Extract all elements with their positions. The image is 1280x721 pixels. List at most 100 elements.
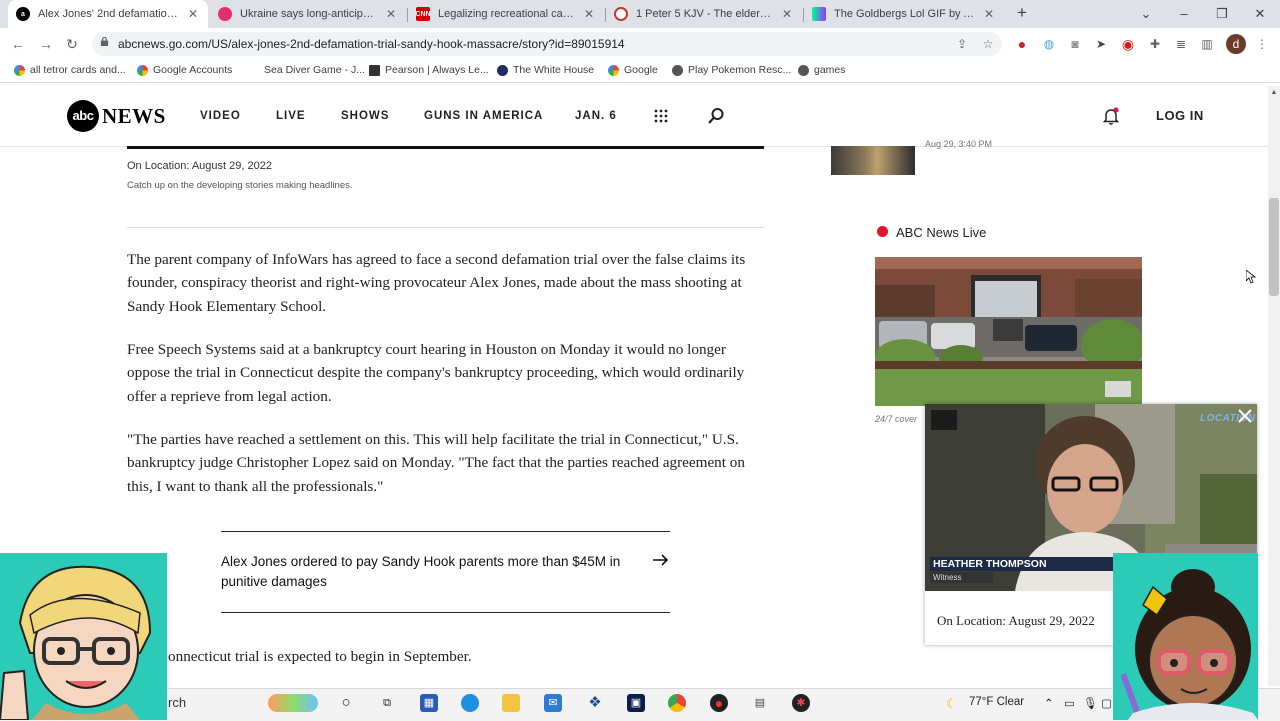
related-story-link[interactable]: Alex Jones ordered to pay Sandy Hook par… (221, 552, 641, 592)
tab-giphy[interactable]: The Goldbergs Lol GIF by ABC N ✕ (804, 0, 1004, 28)
tab-bible[interactable]: 1 Peter 5 KJV - The elders which ✕ (606, 0, 802, 28)
tab-abc-news[interactable]: a Alex Jones' 2nd defamation trial ✕ (8, 0, 208, 28)
bookmark-item[interactable]: Google Accounts (137, 64, 232, 76)
arrow-right-icon[interactable] (652, 553, 670, 567)
minimize-icon[interactable]: – (1166, 0, 1202, 28)
video-player-bottom-edge[interactable] (127, 146, 764, 149)
record-icon[interactable]: ◉ (1120, 36, 1136, 52)
app-icon[interactable]: ▣ (627, 694, 645, 712)
lower-third-name: HEATHER THOMPSON (930, 557, 1113, 571)
tray-microphone-icon[interactable]: 🎙︎ (1083, 696, 1098, 710)
restore-icon[interactable]: ❐ (1204, 0, 1240, 28)
bookmark-star-icon[interactable]: ☆ (980, 36, 996, 52)
bible-icon (614, 7, 628, 21)
tab-title: The Goldbergs Lol GIF by ABC N (834, 8, 976, 20)
whitehouse-icon (497, 64, 508, 76)
omnibox[interactable]: abcnews.go.com/US/alex-jones-2nd-defamat… (92, 32, 1002, 56)
search-highlight-icon[interactable] (268, 694, 318, 712)
giphy-icon (812, 7, 826, 21)
abc-news-live-video[interactable] (875, 257, 1142, 406)
bookmark-item[interactable]: all tetror cards and... (14, 64, 126, 76)
back-icon[interactable]: ← (8, 34, 28, 54)
reload-icon[interactable]: ↻ (62, 34, 82, 54)
window-close-icon[interactable]: ✕ (1242, 0, 1278, 28)
close-icon[interactable]: ✕ (384, 7, 398, 21)
cast-icon[interactable]: ➤ (1093, 36, 1109, 52)
puzzle-icon[interactable]: ✚ (1147, 36, 1163, 52)
close-icon[interactable] (1238, 409, 1252, 423)
edge-icon[interactable] (461, 694, 479, 712)
close-icon[interactable]: ✕ (186, 7, 200, 21)
expand-video-icon[interactable] (931, 410, 957, 430)
side-panel-icon[interactable]: ▥ (1199, 36, 1215, 52)
store-icon[interactable]: ▦ (420, 694, 438, 712)
profile-avatar[interactable]: d (1226, 34, 1246, 54)
nav-video[interactable]: VIDEO (200, 110, 241, 122)
abc-news-logo[interactable]: abc NEWS (67, 100, 166, 132)
bookmark-item[interactable]: Sea Diver Game - J... (248, 64, 365, 76)
forward-icon[interactable]: → (36, 34, 56, 54)
cortana-icon[interactable]: ○ (337, 694, 355, 712)
cnn-icon: CNN (415, 7, 431, 21)
bookmark-item[interactable]: Pearson | Always Le... (369, 64, 489, 76)
sidebar-video-thumbnail[interactable] (831, 146, 915, 175)
lower-third-role: Witness (930, 572, 993, 583)
file-explorer-icon[interactable] (502, 694, 520, 712)
scroll-up-icon[interactable]: ▲ (1269, 89, 1279, 97)
weather-icon: ☾ (946, 696, 958, 711)
tab-title: 1 Peter 5 KJV - The elders which (636, 8, 774, 20)
dropbox-icon[interactable]: ❖ (586, 694, 604, 712)
tab-title: Alex Jones' 2nd defamation trial (38, 8, 180, 20)
logo-abc: abc (67, 100, 99, 132)
nav-guns-in-america[interactable]: GUNS IN AMERICA (424, 110, 543, 122)
task-view-icon[interactable]: ⧉ (378, 694, 396, 712)
grid-menu-icon[interactable] (654, 109, 668, 123)
mouse-cursor-icon (1246, 270, 1256, 284)
search-icon[interactable] (707, 107, 725, 125)
pearson-icon (369, 64, 380, 76)
app-icon[interactable]: ▤ (751, 694, 769, 712)
mail-icon[interactable]: ✉ (544, 694, 562, 712)
taskbar-search-input[interactable]: rch (168, 695, 186, 710)
nav-live[interactable]: LIVE (276, 110, 306, 122)
reading-list-icon[interactable]: ≣ (1173, 36, 1189, 52)
share-icon[interactable]: ⇪ (954, 36, 970, 52)
new-tab-button[interactable]: + (1013, 4, 1031, 22)
menu-dots-icon[interactable]: ⋮ (1254, 36, 1270, 52)
bookmark-item[interactable]: games (798, 64, 846, 76)
floating-video-caption: On Location: August 29, 2022 (937, 613, 1095, 628)
tray-chevron-icon[interactable]: ⌃ (1044, 696, 1054, 710)
tab-search-icon[interactable]: ⌄ (1128, 0, 1164, 28)
obs-record-icon[interactable]: ● (710, 694, 728, 712)
abc-news-icon: a (16, 7, 30, 21)
nav-shows[interactable]: SHOWS (341, 110, 389, 122)
extension-icon[interactable]: ◍ (1041, 36, 1057, 52)
globe-icon (672, 64, 683, 76)
opera-extension-icon[interactable]: ● (1014, 36, 1030, 52)
tab-cnn[interactable]: CNN Legalizing recreational cannabis ✕ (408, 0, 604, 28)
video-caption-subtitle: Catch up on the developing stories makin… (127, 180, 353, 191)
app-icon[interactable]: ✱ (792, 694, 810, 712)
tray-display-icon[interactable]: ▢ (1101, 696, 1112, 710)
lock-icon (100, 37, 109, 46)
close-icon[interactable]: ✕ (982, 7, 996, 21)
page-scrollbar-thumb[interactable] (1269, 198, 1279, 296)
page-scrollbar-track[interactable] (1268, 86, 1280, 686)
login-button[interactable]: LOG IN (1156, 108, 1204, 123)
close-icon[interactable]: ✕ (582, 7, 596, 21)
close-icon[interactable]: ✕ (780, 7, 794, 21)
tab-ukraine[interactable]: Ukraine says long-anticipated se ✕ (210, 0, 406, 28)
nav-jan-6[interactable]: JAN. 6 (575, 110, 617, 122)
bookmark-item[interactable]: The White House (497, 64, 594, 76)
weather-text[interactable]: 77°F Clear (969, 696, 1024, 708)
bookmark-item[interactable]: Play Pokemon Resc... (672, 64, 791, 76)
camera-icon[interactable]: ◙ (1067, 36, 1083, 52)
bookmark-label: all tetror cards and... (30, 64, 126, 76)
streamer-avatar-left (0, 553, 167, 720)
abc-news-live-label[interactable]: ABC News Live (896, 225, 986, 240)
chrome-icon[interactable] (668, 694, 686, 712)
tab-strip: a Alex Jones' 2nd defamation trial ✕ Ukr… (0, 0, 1280, 28)
bookmark-item[interactable]: Google (608, 64, 658, 76)
tray-network-icon[interactable]: ▭ (1064, 696, 1075, 710)
notification-bell-icon[interactable] (1102, 107, 1120, 125)
